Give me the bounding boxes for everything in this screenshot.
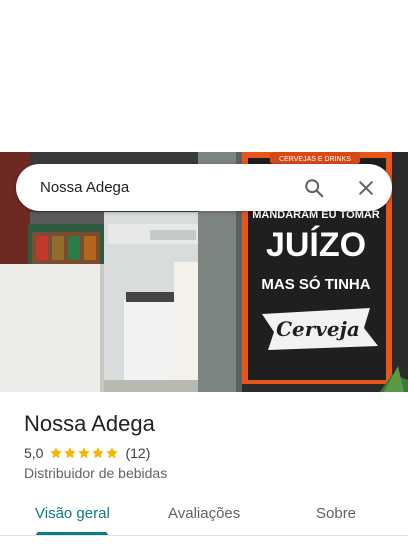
rating-row[interactable]: 5,0 (12) — [24, 445, 150, 461]
tabs-divider — [0, 535, 408, 536]
star-rating — [49, 446, 119, 460]
sign-line-4: Cerveja — [276, 317, 360, 341]
place-category: Distribuidor de bebidas — [24, 465, 168, 481]
tab-about[interactable]: Sobre — [316, 505, 356, 522]
place-tabs: Visão geral Avaliações Sobre — [0, 496, 408, 536]
sign-line-3: MAS SÓ TINHA — [261, 275, 370, 293]
rating-value: 5,0 — [24, 445, 44, 461]
star-icon — [106, 447, 119, 459]
tab-reviews[interactable]: Avaliações — [168, 505, 240, 522]
search-icon[interactable] — [302, 176, 326, 200]
review-count[interactable]: (12) — [125, 445, 150, 461]
map-area-blank — [0, 0, 408, 152]
tab-overview[interactable]: Visão geral — [35, 505, 110, 522]
star-icon — [64, 447, 77, 459]
star-icon — [50, 447, 63, 459]
star-icon — [78, 447, 91, 459]
close-icon[interactable] — [354, 176, 378, 200]
sign-banner-text: CERVEJAS E DRINKS — [279, 156, 351, 163]
place-title: Nossa Adega — [24, 411, 155, 436]
sign-line-2: JUÍZO — [266, 226, 366, 264]
search-input[interactable]: Nossa Adega — [40, 179, 129, 196]
search-bar[interactable]: Nossa Adega — [16, 164, 392, 211]
star-icon — [92, 447, 105, 459]
